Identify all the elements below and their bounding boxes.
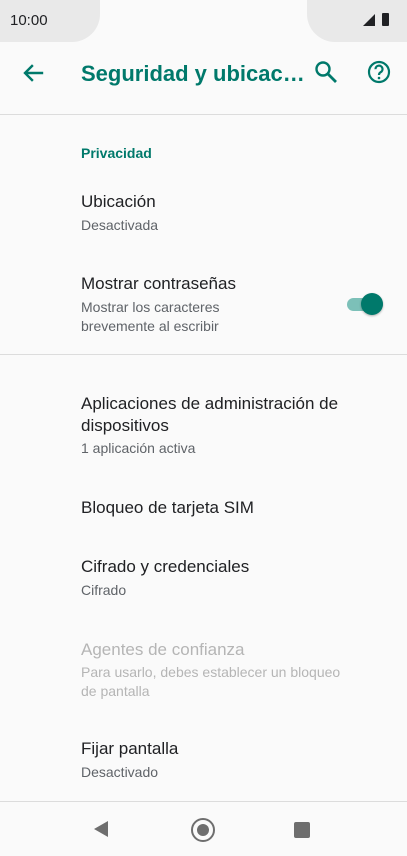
status-bar-left: 10:00 [0,0,100,42]
help-button[interactable] [364,57,394,87]
setting-subtitle: Desactivado [81,764,159,780]
status-bar: 10:00 [0,0,407,42]
setting-subtitle: 1 aplicación activa [81,440,196,456]
setting-encryption-credentials[interactable]: Cifrado y credenciales Cifrado [0,551,407,611]
setting-subtitle-line2: de pantalla [81,683,150,699]
nav-home-icon[interactable] [191,818,215,842]
help-icon [367,60,391,84]
nav-recents-icon[interactable] [294,822,310,838]
setting-title: Mostrar contraseñas [81,274,236,293]
app-bar-divider [0,114,407,115]
toggle-thumb [361,293,383,315]
show-passwords-toggle[interactable] [345,292,387,316]
setting-subtitle-line1: Para usarlo, debes establecer un bloqueo [81,664,341,680]
setting-subtitle-line1: Mostrar los caracteres [81,299,220,315]
setting-trust-agents: Agentes de confianza Para usarlo, debes … [0,634,407,706]
search-icon [315,61,337,83]
nav-back-icon[interactable] [94,821,108,837]
setting-subtitle: Cifrado [81,582,127,598]
section-divider [0,354,407,355]
setting-title-line2: dispositivos [81,416,169,435]
signal-icon [363,14,375,26]
setting-title-line1: Aplicaciones de administración de [81,394,339,413]
section-header-privacy: Privacidad [81,145,152,161]
setting-location[interactable]: Ubicación Desactivada [0,185,407,247]
setting-title: Fijar pantalla [81,739,179,758]
search-button[interactable] [311,57,341,87]
setting-title: Cifrado y credenciales [81,557,250,576]
setting-subtitle-line2: brevemente al escribir [81,318,219,334]
status-bar-right [307,0,407,42]
navigation-bar [0,802,407,856]
setting-device-admin-apps[interactable]: Aplicaciones de administración de dispos… [0,388,407,464]
setting-sim-lock[interactable]: Bloqueo de tarjeta SIM [0,490,407,530]
back-arrow-icon [23,64,44,82]
setting-title: Agentes de confianza [81,640,245,659]
page-title: Seguridad y ubicac… [81,61,305,86]
app-bar: Seguridad y ubicac… [0,42,407,105]
setting-title: Bloqueo de tarjeta SIM [81,498,254,517]
status-time: 10:00 [10,12,48,29]
back-button[interactable] [18,57,50,89]
setting-title: Ubicación [81,192,156,211]
setting-subtitle: Desactivada [81,217,159,233]
setting-screen-pinning[interactable]: Fijar pantalla Desactivado [0,734,407,794]
battery-icon [382,13,389,26]
